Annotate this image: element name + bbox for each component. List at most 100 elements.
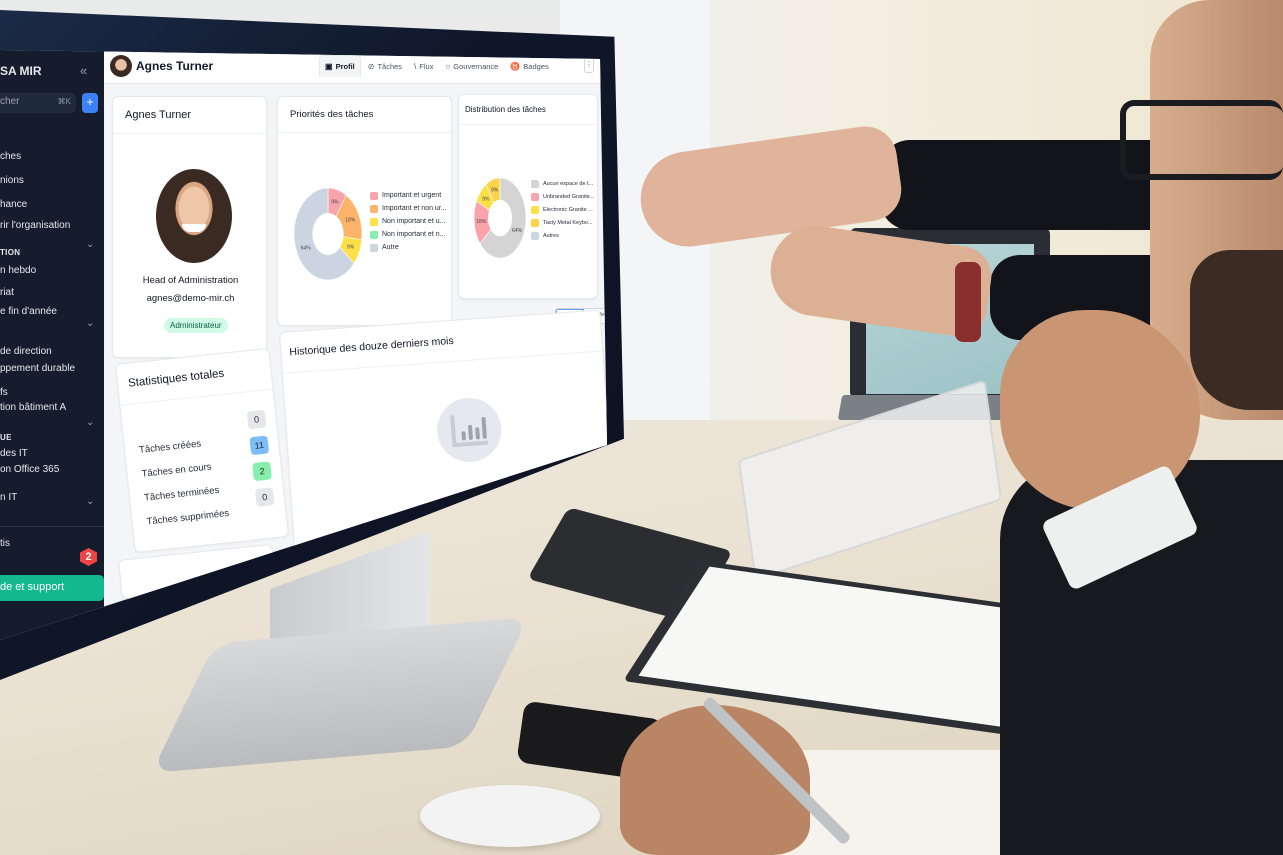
search-input[interactable]: cher ⌘K: [0, 93, 76, 113]
legend-label: Unbranded Granite...: [543, 193, 595, 200]
slice-label: 9%: [482, 196, 490, 202]
chevron-down-icon[interactable]: ⌄: [86, 496, 94, 507]
legend-item[interactable]: Unbranded Granite...: [531, 190, 594, 203]
legend-item[interactable]: Non important et u...: [370, 215, 447, 228]
beard: [1190, 250, 1283, 410]
sidebar-item[interactable]: n hebdo: [0, 265, 36, 276]
legend-label: Autres: [543, 232, 559, 239]
more-options-button[interactable]: ⋮: [584, 57, 594, 73]
stat-value: 2: [252, 461, 272, 482]
priorities-donut-chart: 9% 18% 9% 64%: [293, 187, 363, 281]
profile-photo: [156, 169, 232, 263]
tab-bar: ▣ Profil ⊘ Tâches \ Flux ○ Gouvernance ♉…: [319, 55, 554, 77]
collapse-sidebar-icon[interactable]: «: [80, 63, 87, 78]
chevron-down-icon[interactable]: ⌄: [86, 417, 94, 428]
chevron-down-icon[interactable]: ⌄: [86, 239, 94, 250]
role-badge: Administrateur: [164, 318, 228, 333]
legend-item[interactable]: Aucun espace de t...: [531, 177, 594, 190]
check-circle-icon: ⊘: [367, 61, 375, 71]
sidebar-item[interactable]: on Office 365: [0, 464, 59, 475]
sidebar-item[interactable]: des IT: [0, 448, 28, 459]
sidebar-section-title: UE: [0, 433, 12, 442]
slice-label: 64%: [301, 246, 312, 252]
notification-badge[interactable]: 2: [80, 548, 97, 566]
legend-swatch: [531, 218, 539, 227]
stat-value: 0: [246, 409, 267, 430]
distribution-legend: Aucun espace de t... Unbranded Granite...…: [531, 177, 594, 242]
stat-label: Tâches en cours: [141, 461, 213, 480]
distribution-chart-card: Distribution des tâches 64% 18% 9% 9% Aucun…: [458, 94, 598, 299]
tab-taches[interactable]: ⊘ Tâches: [363, 55, 407, 77]
sidebar-item[interactable]: ppement durable: [0, 363, 75, 374]
legend-swatch: [531, 192, 539, 201]
legend-swatch: [370, 217, 378, 226]
legend-item[interactable]: Important et urgent: [370, 189, 447, 202]
legend-swatch: [370, 243, 378, 252]
sidebar-item[interactable]: tion bâtiment A: [0, 402, 66, 413]
glasses: [1120, 100, 1283, 180]
slice-label: 18%: [476, 219, 487, 225]
legend-label: Electronic Granite ...: [543, 206, 593, 213]
legend-swatch: [531, 205, 539, 214]
sidebar-divider: [0, 526, 104, 527]
bar-chart-icon: [450, 415, 489, 448]
legend-label: Important et urgent: [382, 192, 442, 199]
sidebar-item[interactable]: fs: [0, 387, 8, 398]
slice-label: 9%: [491, 188, 499, 194]
brand-name: SA MIR: [0, 64, 42, 78]
search-placeholder: cher: [0, 96, 20, 107]
distribution-donut-chart: 64% 18% 9%9%: [473, 177, 527, 259]
priorities-legend: Important et urgent Important et non ur..…: [370, 189, 447, 254]
computer-mouse: [420, 785, 600, 847]
sidebar-item[interactable]: de direction: [0, 346, 52, 357]
legend-item[interactable]: Important et non ur...: [370, 202, 447, 215]
sidebar-item[interactable]: nions: [0, 175, 24, 186]
user-name: Agnes Turner: [136, 59, 214, 73]
legend-item[interactable]: Electronic Granite ...: [531, 203, 594, 216]
legend-label: Tasty Metal Keybo...: [543, 219, 593, 226]
sidebar-item[interactable]: e fin d'année: [0, 306, 57, 317]
sidebar-item[interactable]: n IT: [0, 492, 17, 503]
sidebar: SA MIR « cher ⌘K + ches nions hance rir …: [0, 50, 104, 640]
chevron-down-icon[interactable]: ⌄: [86, 318, 94, 329]
legend-swatch: [531, 231, 539, 240]
tab-flux[interactable]: \ Flux: [409, 55, 438, 77]
stat-value: 0: [254, 487, 275, 507]
governance-icon: ○: [445, 61, 451, 71]
tab-profil[interactable]: ▣ Profil: [319, 55, 361, 77]
sidebar-item[interactable]: riat: [0, 287, 14, 298]
tab-badges[interactable]: ♉ Badges: [505, 55, 553, 77]
empty-state-circle: [435, 395, 504, 465]
stat-label: Tâches créées: [138, 438, 202, 456]
email-address: agnes@demo-mir.ch: [146, 293, 235, 304]
legend-item[interactable]: Autres: [531, 229, 594, 242]
legend-item[interactable]: Non important et n...: [370, 228, 447, 241]
profile-card: Agnes Turner Head of Administration agne…: [112, 96, 267, 358]
priorities-chart-card: Priorités des tâches 9% 18% 9% 64% Importan…: [277, 96, 452, 326]
tab-gouvernance[interactable]: ○ Gouvernance: [440, 55, 503, 77]
sidebar-item[interactable]: ches: [0, 151, 21, 162]
keyboard-shortcut: ⌘K: [57, 97, 71, 106]
card-title: Priorités des tâches: [278, 97, 451, 133]
tab-label: Tâches: [377, 61, 403, 71]
legend-swatch: [370, 230, 378, 239]
legend-item[interactable]: Autre: [370, 241, 447, 254]
legend-label: Non important et n...: [382, 231, 446, 238]
legend-item[interactable]: Tasty Metal Keybo...: [531, 216, 594, 229]
help-support-button[interactable]: de et support: [0, 575, 104, 601]
rss-icon: \: [414, 61, 417, 71]
legend-swatch: [370, 191, 378, 200]
tab-label: Flux: [419, 61, 434, 71]
sidebar-item[interactable]: rir l'organisation: [0, 220, 70, 231]
add-button[interactable]: +: [82, 93, 98, 113]
slice-label: 9%: [347, 245, 355, 251]
sidebar-item[interactable]: tis: [0, 538, 10, 549]
stat-value: 11: [249, 435, 270, 456]
sidebar-item[interactable]: hance: [0, 199, 27, 210]
legend-swatch: [531, 179, 539, 188]
medal-icon: ♉: [510, 61, 521, 71]
slice-label: 9%: [331, 199, 339, 205]
tab-label: Gouvernance: [453, 61, 499, 71]
slice-label: 64%: [512, 228, 523, 234]
wristwatch: [955, 262, 981, 342]
